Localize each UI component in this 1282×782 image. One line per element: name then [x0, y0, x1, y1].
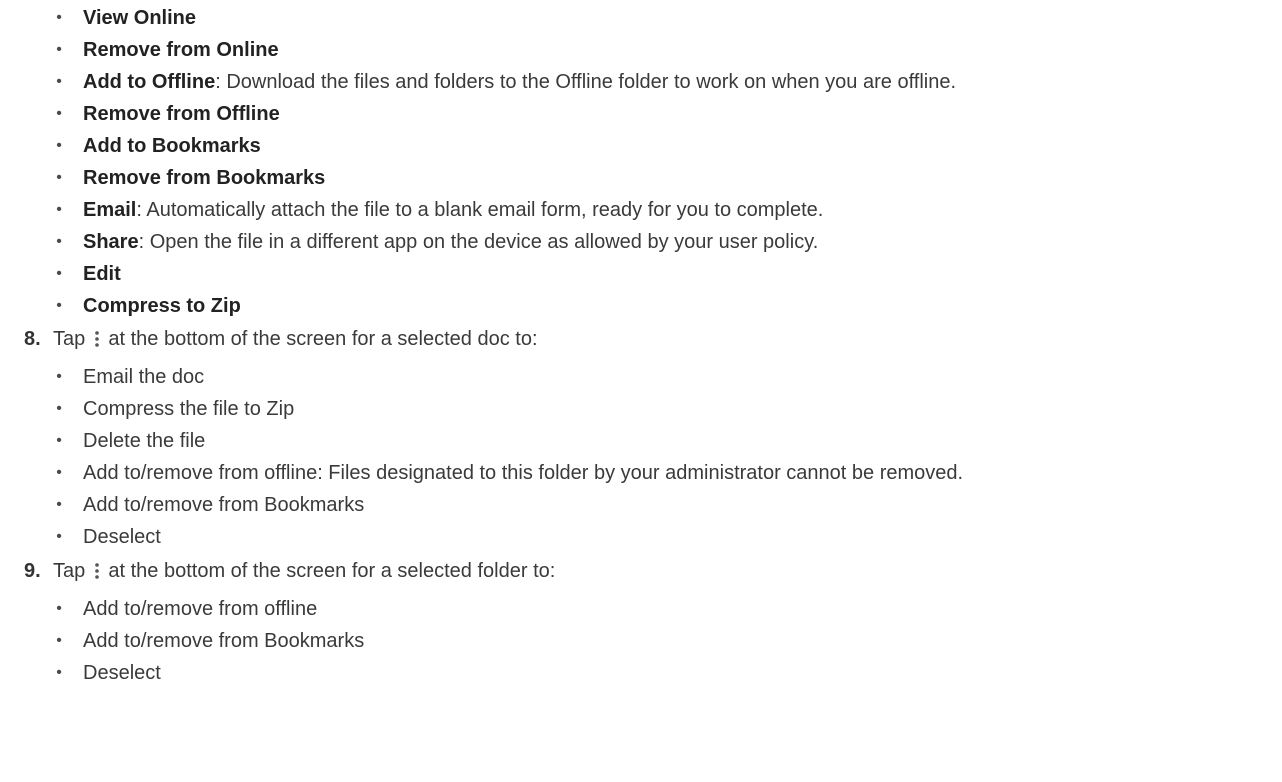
bullet: • — [56, 169, 62, 186]
bullet: • — [56, 297, 62, 314]
bullet: • — [56, 201, 62, 218]
list-item-text: Add to/remove from offline — [83, 598, 318, 620]
bullet: • — [56, 632, 62, 649]
bullet: • — [56, 73, 62, 90]
bullet: • — [56, 432, 62, 449]
list-item-text: Deselect — [83, 526, 161, 548]
bullet: • — [56, 233, 62, 250]
more-vertical-icon — [95, 331, 99, 347]
list-item-text: Compress the file to Zip — [83, 398, 295, 420]
bullet: • — [56, 137, 62, 154]
option-description: : Open the file in a different app on th… — [138, 231, 819, 253]
option-name: Add to Bookmarks — [83, 135, 261, 157]
list-item-text: Add to/remove from Bookmarks — [83, 494, 365, 516]
step-text-after-icon: at the bottom of the screen for a select… — [108, 560, 556, 582]
list-item-text: Add to/remove from offline: Files design… — [83, 462, 964, 484]
step-number: 8. — [24, 328, 41, 350]
option-name: Share — [83, 231, 139, 253]
step-text-before-icon: Tap — [53, 328, 86, 350]
option-description: : Download the files and folders to the … — [215, 71, 957, 93]
bullet: • — [56, 664, 62, 681]
bullet: • — [56, 496, 62, 513]
step-text-after-icon: at the bottom of the screen for a select… — [108, 328, 538, 350]
more-vertical-icon — [95, 563, 99, 579]
bullet: • — [56, 528, 62, 545]
option-name: Edit — [83, 263, 121, 285]
option-description: : Automatically attach the file to a bla… — [136, 199, 824, 221]
step-text-before-icon: Tap — [53, 560, 86, 582]
option-name: View Online — [83, 7, 196, 29]
bullet: • — [56, 105, 62, 122]
option-name: Add to Offline — [83, 71, 216, 93]
list-item-text: Email the doc — [83, 366, 205, 388]
list-item-text: Delete the file — [83, 430, 206, 452]
bullet: • — [56, 265, 62, 282]
option-name: Compress to Zip — [83, 295, 241, 317]
bullet: • — [56, 41, 62, 58]
bullet: • — [56, 400, 62, 417]
option-name: Email — [83, 199, 137, 221]
bullet: • — [56, 600, 62, 617]
option-name: Remove from Bookmarks — [83, 167, 326, 189]
bullet: • — [56, 464, 62, 481]
list-item-text: Deselect — [83, 662, 161, 684]
option-name: Remove from Offline — [83, 103, 280, 125]
list-item-text: Add to/remove from Bookmarks — [83, 630, 365, 652]
bullet: • — [56, 9, 62, 26]
bullet: • — [56, 368, 62, 385]
option-name: Remove from Online — [83, 39, 279, 61]
step-number: 9. — [24, 560, 41, 582]
